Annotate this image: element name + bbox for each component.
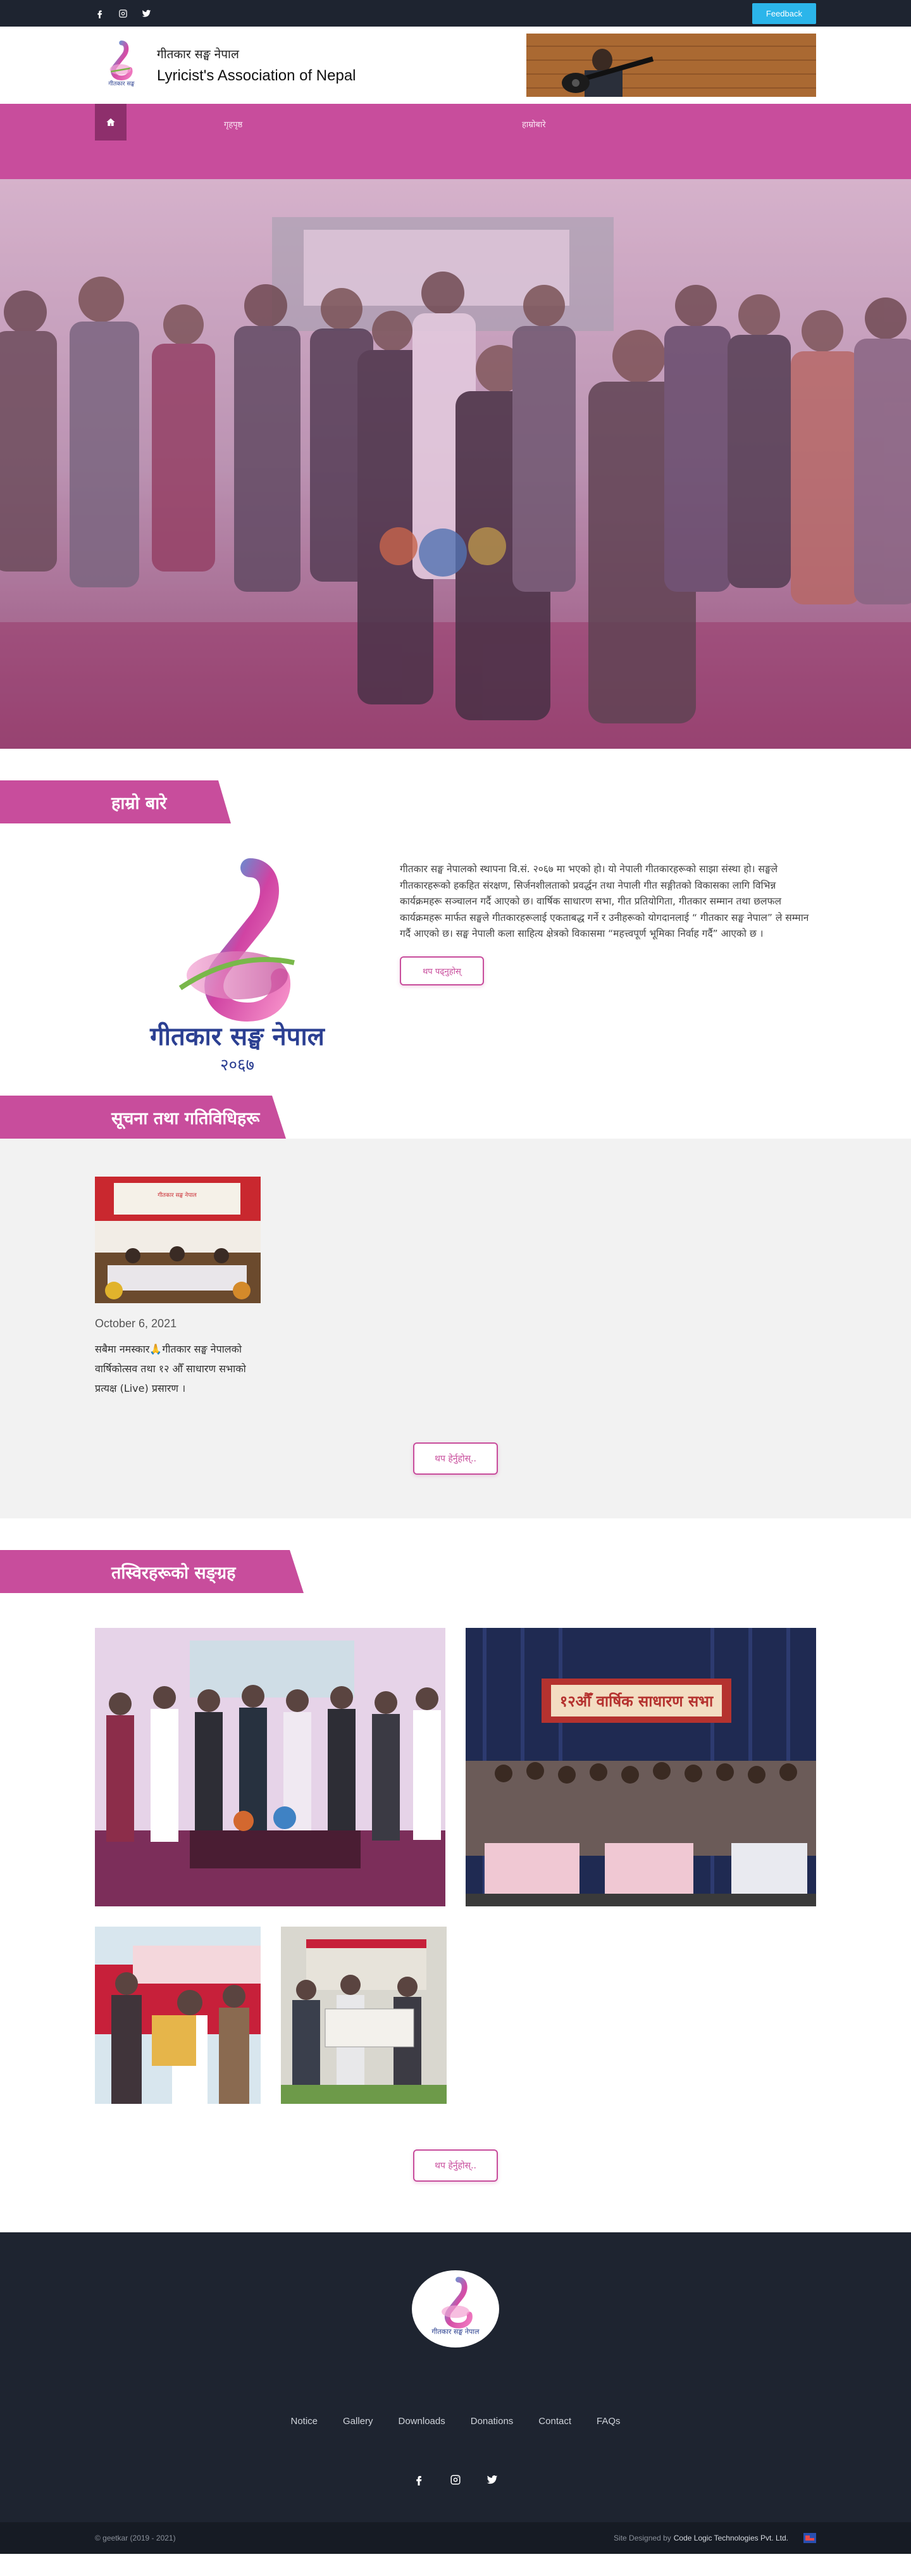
footer-social-links [0,2474,911,2485]
gallery-photo-1[interactable] [95,1628,445,1906]
footer-link-donations[interactable]: Donations [471,2416,514,2427]
news-title-link[interactable]: सबैमा नमस्कार🙏गीतकार सङ्घ नेपालको वार्षि… [95,1339,261,1398]
top-social-links [95,9,151,18]
gallery-section: १२औँ वार्षिक साधारण सभा थप हेर्नुहोस्.. [0,1593,911,2232]
footer-link-faqs[interactable]: FAQs [597,2416,621,2427]
header-banner-image [526,34,816,97]
footer-link-downloads[interactable]: Downloads [399,2416,445,2427]
news-section: गीतकार सङ्घ नेपाल October 6, 2021 सबैमा … [0,1139,911,1518]
about-logo: गीतकार सङ्घ नेपाल २०६७ [95,855,380,1089]
hero-image [0,179,911,749]
news-date: October 6, 2021 [95,1317,177,1330]
footer-link-notice[interactable]: Notice [290,2416,318,2427]
footer-links: Notice Gallery Downloads Donations Conta… [0,2416,911,2427]
gallery-heading-text: तस्विरहरूको सङ्ग्रह [111,1563,236,1583]
gallery-see-more-button[interactable]: थप हेर्नुहोस्.. [413,2149,498,2182]
news-section-heading: सूचना तथा गतिविधिहरू [0,1096,911,1139]
about-section-heading: हाम्रो बारे [0,780,911,823]
footer-logo[interactable]: गीतकार सङ्घ नेपाल [412,2270,499,2348]
footer: गीतकार सङ्घ नेपाल Notice Gallery Downloa… [0,2232,911,2522]
footer-logo-caption: गीतकार सङ्घ नेपाल [431,2328,480,2336]
about-heading-text: हाम्रो बारे [111,793,167,813]
gallery-photo-4[interactable] [281,1927,447,2104]
about-logo-year: २०६७ [220,1056,254,1075]
designed-by-label: Site Designed by [614,2534,671,2542]
brand-header: गीतकार सङ्घ गीतकार सङ्घ नेपाल Lyricist's… [0,27,911,104]
home-nav-button[interactable] [95,104,127,141]
brand-name-nepali: गीतकार सङ्घ नेपाल [157,47,239,61]
designer-logo-icon[interactable] [803,2533,816,2543]
gallery-photo-3[interactable] [95,1927,261,2104]
instagram-icon[interactable] [450,2474,461,2485]
copyright-bar: © geetkar (2019 - 2021) Site Designed by… [0,2522,911,2554]
instagram-icon[interactable] [118,9,128,18]
home-icon [106,118,115,126]
gallery-section-heading: तस्विरहरूको सङ्ग्रह [0,1550,911,1593]
site-logo: गीतकार सङ्घ [108,40,135,87]
footer-link-contact[interactable]: Contact [538,2416,571,2427]
news-see-more-button[interactable]: थप हेर्नुहोस्.. [413,1442,498,1475]
news-heading-text: सूचना तथा गतिविधिहरू [111,1108,260,1129]
brand-home-link[interactable]: गीतकार सङ्घ गीतकार सङ्घ नेपाल Lyricist's… [95,39,356,92]
copyright-text: © geetkar (2019 - 2021) [95,2534,176,2542]
main-navbar: गृहपृष्ठ हाम्रोबारे [0,104,911,179]
news-card[interactable]: गीतकार सङ्घ नेपाल October 6, 2021 सबैमा … [95,1177,261,1398]
twitter-icon[interactable] [486,2474,498,2485]
top-bar: Feedback [0,0,911,27]
nav-item-home[interactable]: गृहपृष्ठ [224,118,242,130]
facebook-icon[interactable] [95,9,104,18]
about-logo-caption: गीतकार सङ्घ नेपाल [149,1022,326,1051]
facebook-icon[interactable] [413,2474,425,2485]
news-thumbnail[interactable]: गीतकार सङ्घ नेपाल [95,1177,261,1303]
twitter-icon[interactable] [142,9,151,18]
about-read-more-button[interactable]: थप पढ्नुहोस् [400,956,484,985]
news-thumb-banner-text: गीतकार सङ्घ नेपाल [158,1191,197,1199]
nav-item-about[interactable]: हाम्रोबारे [522,118,546,130]
brand-name-english: Lyricist's Association of Nepal [157,67,356,84]
svg-text:गीतकार सङ्घ: गीतकार सङ्घ [108,80,135,87]
feedback-button[interactable]: Feedback [752,3,816,24]
gallery-banner-text: १२औँ वार्षिक साधारण सभा [560,1692,714,1710]
footer-link-gallery[interactable]: Gallery [343,2416,373,2427]
gallery-photo-2[interactable]: १२औँ वार्षिक साधारण सभा [466,1628,816,1906]
designer-company-link[interactable]: Code Logic Technologies Pvt. Ltd. [674,2534,788,2542]
about-section: गीतकार सङ्घ नेपाल २०६७ गीतकार सङ्घ नेपाल… [0,823,911,1096]
about-body-text: गीतकार सङ्घ नेपालको स्थापना वि.सं. २०६७ … [400,863,809,939]
